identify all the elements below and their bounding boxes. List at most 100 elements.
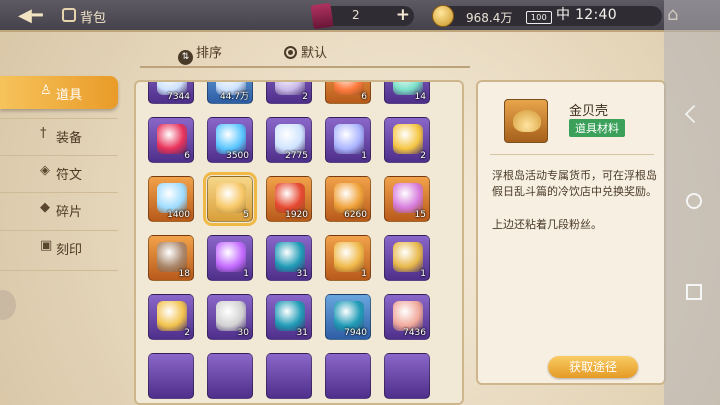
sphere-icon [216, 242, 246, 272]
inventory-item[interactable]: 5 [203, 172, 257, 226]
tool-icon [216, 301, 246, 331]
inventory-item[interactable] [325, 353, 371, 399]
inventory-item[interactable]: 7940 [325, 294, 371, 340]
item-count: 31 [296, 269, 308, 279]
item-extra-text: 上边还粘着几段粉丝。 [492, 218, 602, 231]
sort-button[interactable]: ⇅ 排序 [178, 42, 222, 65]
inventory-item[interactable]: 1920 [266, 176, 312, 222]
item-count: 2775 [285, 151, 308, 161]
shard-icon: ◆ [40, 200, 50, 215]
item-count: 1920 [285, 210, 308, 220]
pig-icon [393, 301, 423, 331]
ring-icon [275, 82, 305, 95]
inventory-item[interactable]: 6 [325, 82, 371, 104]
inventory-item[interactable]: 1 [207, 235, 253, 281]
tab-equipment[interactable]: † 装备 [0, 119, 118, 152]
inventory-item[interactable]: 15 [384, 176, 430, 222]
item-count: 6 [361, 92, 367, 102]
stamp-icon: ▣ [40, 238, 53, 253]
inventory-item[interactable] [148, 353, 194, 399]
item-count: 6 [184, 151, 190, 161]
inventory-item[interactable]: 7344 [148, 82, 194, 104]
divider [0, 270, 118, 271]
inventory-item[interactable]: 2775 [266, 117, 312, 163]
divider [140, 66, 470, 68]
coin-icon [432, 5, 454, 27]
inventory-item[interactable]: 31 [266, 294, 312, 340]
item-count: 1 [243, 269, 249, 279]
nav-recents-icon[interactable] [686, 284, 702, 300]
tab-items[interactable]: ♙ 道具 [0, 76, 118, 109]
nav-home-icon[interactable] [686, 193, 702, 209]
nav-back-icon[interactable] [684, 104, 704, 124]
inventory-item[interactable]: 30 [207, 294, 253, 340]
inventory-item[interactable]: 6260 [325, 176, 371, 222]
sort-icon: ⇅ [178, 50, 193, 65]
inventory-item[interactable]: 3500 [207, 117, 253, 163]
inventory-item[interactable]: 2 [384, 117, 430, 163]
item-description: 浮根岛活动专属货币，可在浮根岛假日乱斗篇的冷饮店中兑换奖励。 [492, 169, 657, 198]
inventory-item[interactable]: 1400 [148, 176, 194, 222]
inventory-item[interactable]: 7436 [384, 294, 430, 340]
tab-runes[interactable]: ◈ 符文 [0, 156, 118, 189]
coin-count: 968.4万 [466, 11, 513, 25]
ticket-icon [393, 183, 423, 213]
item-count: 2 [302, 92, 308, 102]
item-count: 3500 [226, 151, 249, 161]
key-icon [393, 242, 423, 272]
item-count: 1 [420, 269, 426, 279]
inventory-item[interactable]: 18 [148, 235, 194, 281]
inventory-item[interactable]: 1 [384, 235, 430, 281]
item-count: 7436 [403, 328, 426, 338]
item-type-badge: 道具材料 [569, 119, 625, 137]
item-detail-panel: 金贝壳 道具材料 浮根岛活动专属货币，可在浮根岛假日乱斗篇的冷饮店中兑换奖励。 … [476, 80, 666, 385]
tab-label: 道具 [56, 88, 83, 103]
inventory-item[interactable]: 2 [148, 294, 194, 340]
inventory-item[interactable]: 31 [266, 235, 312, 281]
medal-icon [334, 183, 364, 213]
status-bar: 100 中 12:40 [526, 4, 617, 24]
category-tabs: ♙ 道具 † 装备 ◈ 符文 ◆ 碎片 ▣ 刻印 [0, 72, 122, 282]
item-count: 6260 [344, 210, 367, 220]
robot-icon [157, 242, 187, 272]
item-count: 31 [296, 328, 308, 338]
inventory-item[interactable]: 44.7万 [207, 82, 253, 104]
inventory-item[interactable]: 1 [325, 235, 371, 281]
card-icon [334, 124, 364, 154]
bag-icon [62, 8, 76, 22]
back-arrow-icon[interactable]: ◀━ [18, 6, 56, 26]
obtain-source-button[interactable]: 获取途径 [548, 356, 638, 378]
inventory-item[interactable]: 14 [384, 82, 430, 104]
inventory-item[interactable]: 6 [148, 117, 194, 163]
inventory-item[interactable] [384, 353, 430, 399]
crystal-icon [275, 124, 305, 154]
top-bar: ◀━ 背包 2 + 968.4万 100中 12:40 ⌂ [0, 0, 720, 32]
radio-icon [284, 46, 297, 59]
battery-icon: 100 [526, 11, 552, 24]
shell-icon [216, 183, 246, 213]
item-grid: 7344 44.7万 2 6 14 6 3500 2775 1 2 1400 5 1920 6260 15 1… [134, 80, 464, 405]
crystal-count: 2 [352, 8, 360, 22]
tab-label: 碎片 [56, 205, 83, 220]
item-count: 1400 [167, 210, 190, 220]
swirl-icon [275, 242, 305, 272]
add-crystal-button[interactable]: + [396, 5, 410, 25]
tab-label: 装备 [56, 131, 83, 146]
page-title: 背包 [80, 11, 107, 26]
inventory-item[interactable]: 2 [266, 82, 312, 104]
orb-icon [334, 82, 364, 95]
item-count: 2 [420, 151, 426, 161]
inventory-item[interactable] [207, 353, 253, 399]
item-count: 5 [243, 210, 249, 220]
item-count: 30 [237, 328, 249, 338]
carrier: 中 [556, 7, 571, 23]
swirl-icon [275, 301, 305, 331]
sword-icon: † [40, 126, 47, 141]
default-label: 默认 [301, 46, 328, 61]
rune-icon: ◈ [40, 163, 50, 178]
default-order-button[interactable]: 默认 [284, 42, 327, 61]
inventory-item[interactable] [266, 353, 312, 399]
tab-shards[interactable]: ◆ 碎片 [0, 193, 118, 226]
tab-engravings[interactable]: ▣ 刻印 [0, 231, 118, 264]
inventory-item[interactable]: 1 [325, 117, 371, 163]
